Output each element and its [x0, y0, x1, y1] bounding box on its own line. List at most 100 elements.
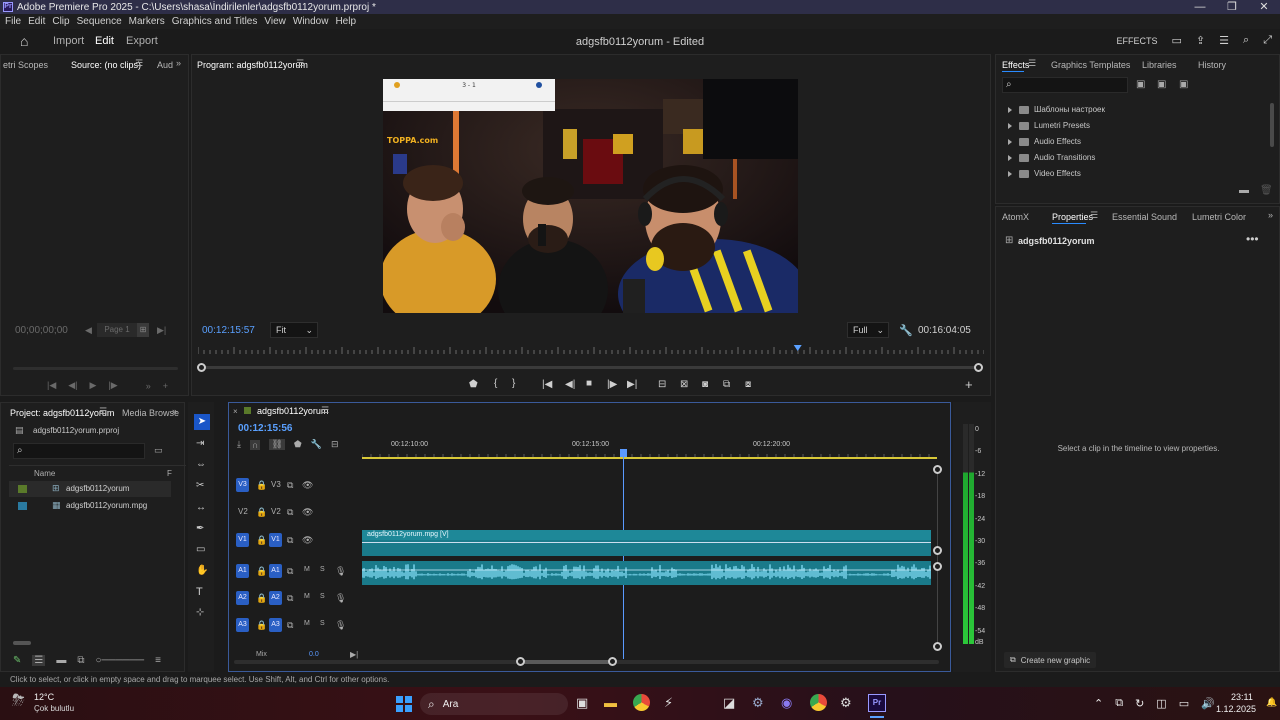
step-back-icon[interactable]: ◀|	[565, 379, 575, 390]
quality-select[interactable]: Full ⌄	[847, 322, 889, 338]
zoom-icon[interactable]: ⊞	[137, 323, 149, 337]
menu-sequence[interactable]: Sequence	[77, 16, 122, 27]
tab-graphics-templates[interactable]: Graphics Templates	[1051, 60, 1130, 70]
weather-desc[interactable]: Çok bulutlu	[34, 704, 74, 713]
fit-select[interactable]: Fit ⌄	[270, 322, 318, 338]
menu-icon[interactable]: ☰	[321, 405, 329, 416]
effects-folder-item[interactable]: Audio Transitions	[1008, 150, 1105, 166]
sync-lock-icon[interactable]: ⧉	[287, 566, 293, 577]
work-area-bar[interactable]	[362, 457, 937, 459]
hamburger-icon[interactable]: ☰	[1219, 34, 1229, 47]
menu-clip[interactable]: Clip	[52, 16, 69, 27]
track-target-a3[interactable]: A3	[269, 618, 282, 632]
lock-icon[interactable]: 🔒	[256, 566, 267, 577]
new-search-bin-icon[interactable]: ▭	[154, 445, 163, 456]
go-in-icon[interactable]: |◀	[47, 380, 56, 391]
microphone-icon[interactable]: 🎙	[335, 566, 346, 577]
razor-icon[interactable]: ✂	[196, 480, 204, 491]
source-patch-v2[interactable]: V2	[238, 507, 248, 516]
home-icon[interactable]: ⌂	[20, 33, 28, 49]
file-explorer-icon[interactable]: ▬	[604, 695, 617, 710]
mark-in-icon[interactable]: {	[494, 378, 497, 389]
app-icon[interactable]: ⚙	[752, 695, 764, 711]
source-patch-v3[interactable]: V3	[236, 478, 249, 492]
microphone-icon[interactable]: 🎙	[335, 620, 346, 631]
clock-time[interactable]: 23:11	[1231, 692, 1253, 702]
sync-lock-icon[interactable]: ⧉	[287, 593, 293, 604]
zoom-handle-right[interactable]	[608, 657, 617, 666]
menu-window[interactable]: Window	[293, 16, 329, 27]
selection-tool-icon[interactable]: ➤	[194, 414, 210, 430]
menu-help[interactable]: Help	[335, 16, 356, 27]
rectangle-icon[interactable]: ▭	[196, 544, 205, 555]
menu-edit[interactable]: Edit	[28, 16, 45, 27]
chrome-icon[interactable]	[633, 694, 650, 711]
menu-markers[interactable]: Markers	[129, 16, 165, 27]
effects-search-input[interactable]: ⌕	[1002, 77, 1128, 93]
close-button[interactable]: ✕	[1248, 0, 1280, 14]
scroll-handle[interactable]	[933, 546, 942, 555]
32bit-icon[interactable]: ▣	[1157, 79, 1166, 90]
step-forward-icon[interactable]: ▶|	[157, 325, 166, 336]
tab-lumetri-color[interactable]: Lumetri Color	[1192, 212, 1246, 222]
eye-icon[interactable]: 👁	[302, 507, 313, 518]
eye-icon[interactable]: 👁	[302, 480, 313, 491]
source-patch-a1[interactable]: A1	[236, 564, 249, 578]
vertical-scrollbar[interactable]	[937, 468, 938, 648]
sync-lock-icon[interactable]: ⧉	[287, 535, 293, 546]
tab-libraries[interactable]: Libraries	[1142, 60, 1177, 70]
zoom-slider[interactable]: ○──────	[96, 655, 145, 666]
track-target-v1[interactable]: V1	[269, 533, 282, 547]
add-button-icon[interactable]: +	[965, 377, 973, 392]
sync-lock-icon[interactable]: ⧉	[287, 507, 293, 518]
marker-icon[interactable]: ⬟	[469, 379, 478, 390]
tab-effects[interactable]: Effects	[1002, 60, 1029, 70]
source-patch-v1[interactable]: V1	[236, 533, 249, 547]
clock-date[interactable]: 1.12.2025	[1216, 704, 1256, 714]
search-icon[interactable]: ⌕	[1243, 34, 1249, 47]
audio-clip-a1[interactable]	[361, 561, 931, 585]
chevron-right-icon[interactable]: »	[176, 58, 181, 68]
project-item-row[interactable]: ⊞ adgsfb0112yorum	[9, 481, 171, 497]
weather-icon[interactable]: ⛈	[12, 692, 25, 710]
program-title[interactable]: Program: adgsfb0112yorum	[197, 60, 308, 70]
chevron-left-icon[interactable]: ◀	[85, 325, 92, 336]
nest-icon[interactable]: ⤓	[237, 439, 241, 450]
sync-lock-icon[interactable]: ⧉	[287, 620, 293, 631]
freeform-view-icon[interactable]: ⧉	[77, 655, 84, 666]
program-timecode[interactable]: 00:12:15:57	[202, 325, 255, 336]
task-view-icon[interactable]: ▣	[576, 695, 588, 711]
yuv-icon[interactable]: ▣	[1179, 79, 1188, 90]
accelerated-icon[interactable]: ▣	[1136, 79, 1145, 90]
source-scrubber[interactable]	[13, 367, 178, 370]
camera-icon[interactable]: ◙	[702, 379, 708, 390]
menu-icon[interactable]: ☰	[99, 406, 107, 417]
effects-label[interactable]: EFFECTS	[1117, 36, 1158, 46]
menu-file[interactable]: File	[5, 16, 21, 27]
horizontal-scroll-thumb[interactable]	[520, 660, 612, 664]
maximize-button[interactable]: ❐	[1216, 0, 1248, 14]
linked-selection-icon[interactable]: ⛓	[269, 439, 285, 450]
lift-icon[interactable]: ⊟	[658, 379, 666, 390]
ripple-edit-icon[interactable]: ⇔	[196, 459, 206, 470]
label-color-swatch[interactable]	[18, 485, 27, 493]
eye-icon[interactable]: 👁	[302, 535, 313, 546]
chrome-icon[interactable]	[810, 694, 827, 711]
label-color-swatch[interactable]	[18, 502, 27, 510]
mute-button[interactable]: M	[304, 593, 310, 600]
microphone-icon[interactable]: 🎙	[335, 593, 346, 604]
project-scrollbar[interactable]	[13, 641, 31, 645]
solo-button[interactable]: S	[320, 593, 325, 600]
scroll-handle-top[interactable]	[933, 465, 942, 474]
solo-button[interactable]: S	[320, 620, 325, 627]
fullscreen-icon[interactable]: ⤢	[1263, 34, 1272, 47]
menu-icon[interactable]: ☰	[1090, 210, 1098, 221]
start-button-icon[interactable]	[396, 696, 412, 712]
timeline-tab[interactable]: adgsfb0112yorum	[257, 406, 328, 416]
video-clip-v1[interactable]: adgsfb0112yorum.mpg [V]	[362, 530, 931, 556]
list-view-icon[interactable]: ☰	[32, 655, 46, 666]
add-marker-icon[interactable]: ⬟	[294, 439, 302, 450]
settings-icon[interactable]: 🔧	[311, 439, 322, 450]
stop-icon[interactable]: ■	[586, 378, 592, 389]
tab-atomx[interactable]: AtomX	[1002, 212, 1029, 222]
